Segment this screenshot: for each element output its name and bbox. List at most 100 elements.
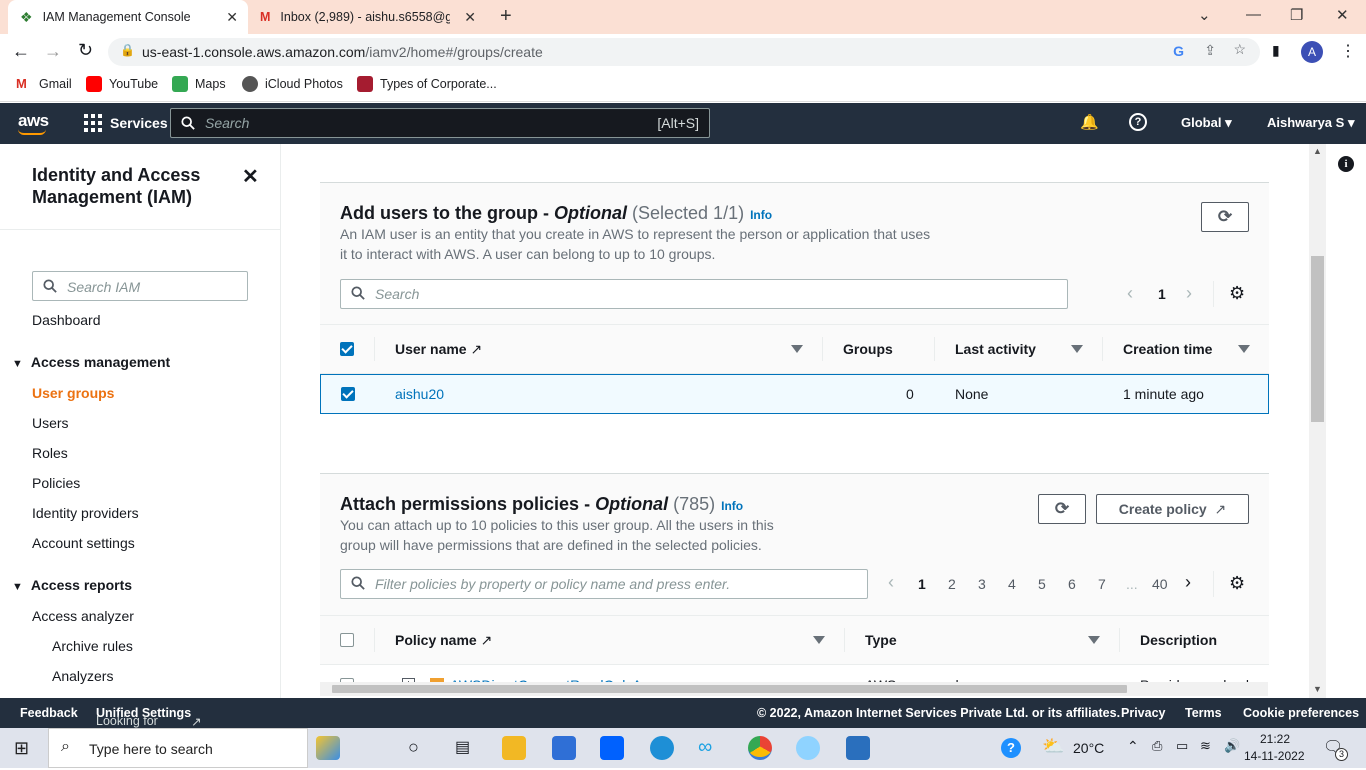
close-sidebar-icon[interactable]: ✕: [242, 164, 259, 189]
page-4[interactable]: 4: [1008, 576, 1016, 592]
info-link[interactable]: Info: [721, 499, 743, 513]
account-menu[interactable]: Aishwarya S ▾: [1267, 115, 1354, 131]
back-icon[interactable]: ←: [12, 41, 30, 62]
column-policy-name[interactable]: Policy name ↗: [395, 632, 492, 649]
refresh-users-button[interactable]: ⟳: [1201, 202, 1249, 232]
sidebar-section-access-reports[interactable]: ▼ Access reports: [12, 577, 132, 593]
column-groups[interactable]: Groups: [843, 341, 893, 357]
new-tab-icon[interactable]: +: [500, 5, 512, 28]
google-translate-icon[interactable]: G: [1173, 43, 1184, 59]
reload-icon[interactable]: ↻: [78, 40, 93, 61]
next-page-icon[interactable]: ›: [1186, 283, 1192, 304]
user-name-link[interactable]: aishu20: [395, 386, 444, 402]
sidebar-item-access-analyzer[interactable]: Access analyzer: [32, 608, 134, 624]
scroll-up-icon[interactable]: ▲: [1313, 146, 1322, 156]
sidebar-section-access-management[interactable]: ▼ Access management: [12, 354, 170, 370]
microsoft-store-icon[interactable]: [552, 736, 576, 760]
scrollbar-thumb[interactable]: [1311, 256, 1324, 422]
url-bar[interactable]: 🔒 us-east-1.console.aws.amazon.com/iamv2…: [108, 38, 1260, 66]
info-panel-icon[interactable]: i: [1338, 156, 1354, 172]
page-7[interactable]: 7: [1098, 576, 1106, 592]
sidebar-item-roles[interactable]: Roles: [32, 445, 68, 461]
page-40[interactable]: 40: [1152, 576, 1168, 592]
sort-caret-down-icon[interactable]: [1088, 636, 1100, 644]
sidebar-item-account-settings[interactable]: Account settings: [32, 535, 135, 551]
policy-filter-input[interactable]: Filter policies by property or policy na…: [340, 569, 868, 599]
clock-date[interactable]: 14-11-2022: [1244, 749, 1305, 763]
dropbox-icon[interactable]: [600, 736, 624, 760]
sort-caret-down-icon[interactable]: [791, 345, 803, 353]
close-tab-icon[interactable]: ✕: [464, 9, 476, 26]
close-window-icon[interactable]: ✕: [1336, 6, 1349, 24]
task-view-icon[interactable]: ▤: [455, 737, 470, 757]
scroll-down-icon[interactable]: ▼: [1313, 684, 1322, 694]
edge-icon[interactable]: [650, 736, 674, 760]
clock-time[interactable]: 21:22: [1250, 732, 1300, 746]
file-explorer-icon[interactable]: [502, 736, 526, 760]
tab-search-chevron-down-icon[interactable]: ⌄: [1198, 6, 1211, 24]
wifi-icon[interactable]: ≋: [1200, 738, 1211, 754]
console-search-input[interactable]: Search [Alt+S]: [170, 108, 710, 138]
aws-logo[interactable]: aws: [18, 111, 49, 135]
page-1[interactable]: 1: [918, 576, 926, 592]
feedback-link[interactable]: Feedback: [20, 706, 78, 720]
search-highlight-icon[interactable]: [316, 736, 340, 760]
weather-icon[interactable]: ⛅: [1042, 736, 1064, 757]
sidebar-item-policies[interactable]: Policies: [32, 475, 80, 491]
forward-icon[interactable]: →: [44, 41, 62, 62]
sidebar-title[interactable]: Identity and Access Management (IAM): [32, 164, 232, 208]
next-page-icon[interactable]: ›: [1185, 572, 1191, 593]
tab-iam-console[interactable]: ❖ IAM Management Console ✕: [8, 0, 248, 34]
table-row[interactable]: aishu20 0 None 1 minute ago: [320, 374, 1269, 414]
restore-icon[interactable]: ❐: [1290, 6, 1303, 24]
infinity-app-icon[interactable]: ∞: [698, 736, 712, 759]
page-3[interactable]: 3: [978, 576, 986, 592]
create-policy-button[interactable]: Create policy ↗: [1096, 494, 1249, 524]
bookmark-maps[interactable]: Maps: [172, 76, 226, 92]
page-6[interactable]: 6: [1068, 576, 1076, 592]
page-number[interactable]: 1: [1158, 286, 1166, 302]
info-link[interactable]: Info: [750, 208, 772, 222]
close-tab-icon[interactable]: ✕: [226, 9, 238, 26]
menu-kebab-icon[interactable]: ⋮: [1340, 41, 1356, 61]
user-search-input[interactable]: Search: [340, 279, 1068, 309]
battery-icon[interactable]: ▭: [1176, 738, 1188, 754]
vertical-scrollbar[interactable]: ▲ ▼: [1309, 144, 1326, 698]
sort-caret-down-icon[interactable]: [813, 636, 825, 644]
chrome-icon[interactable]: [748, 736, 772, 760]
cookie-preferences-link[interactable]: Cookie preferences: [1243, 706, 1359, 720]
meet-now-icon[interactable]: ⎙: [1152, 738, 1162, 754]
paint-icon[interactable]: [796, 736, 820, 760]
sidebar-item-identity-providers[interactable]: Identity providers: [32, 505, 139, 521]
select-all-checkbox[interactable]: [340, 633, 354, 647]
sidebar-item-users[interactable]: Users: [32, 415, 69, 431]
sidebar-item-archive-rules[interactable]: Archive rules: [52, 638, 133, 654]
column-description[interactable]: Description: [1140, 632, 1217, 648]
privacy-link[interactable]: Privacy: [1121, 706, 1165, 720]
settings-gear-icon[interactable]: ⚙: [1229, 283, 1245, 304]
bookmark-types-of-corporate[interactable]: Types of Corporate...: [357, 76, 497, 92]
sort-caret-down-icon[interactable]: [1238, 345, 1250, 353]
sidebar-item-user-groups[interactable]: User groups: [32, 385, 114, 401]
sidebar-item-dashboard[interactable]: Dashboard: [32, 312, 101, 328]
tab-gmail-inbox[interactable]: M Inbox (2,989) - aishu.s6558@gma ✕: [250, 0, 486, 34]
column-user-name[interactable]: User name ↗: [395, 341, 482, 358]
help-icon[interactable]: ?: [1001, 738, 1021, 758]
cortana-circle-icon[interactable]: ○: [408, 737, 419, 758]
page-5[interactable]: 5: [1038, 576, 1046, 592]
column-creation-time[interactable]: Creation time: [1123, 341, 1212, 357]
photos-icon[interactable]: [846, 736, 870, 760]
taskbar-search-input[interactable]: ⌕ Type here to search: [48, 728, 308, 768]
bookmark-gmail[interactable]: M Gmail: [16, 76, 72, 92]
services-menu-button[interactable]: Services: [84, 114, 168, 132]
region-selector[interactable]: Global ▾: [1181, 115, 1232, 131]
column-last-activity[interactable]: Last activity: [955, 341, 1036, 357]
sidebar-toggle-icon[interactable]: ▮: [1272, 42, 1280, 59]
sort-caret-down-icon[interactable]: [1071, 345, 1083, 353]
bookmark-star-icon[interactable]: ☆: [1233, 41, 1246, 58]
settings-gear-icon[interactable]: ⚙: [1229, 573, 1245, 594]
minimize-icon[interactable]: —: [1246, 6, 1261, 23]
refresh-policies-button[interactable]: ⟳: [1038, 494, 1086, 524]
column-type[interactable]: Type: [865, 632, 897, 648]
prev-page-icon[interactable]: ‹: [1127, 283, 1133, 304]
